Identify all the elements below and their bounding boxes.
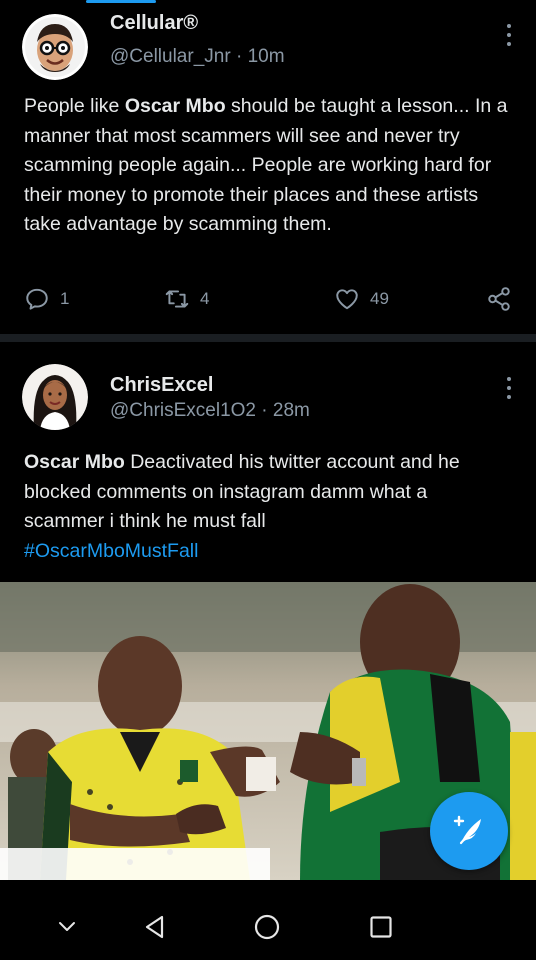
handle[interactable]: @ChrisExcel1O2 bbox=[110, 400, 256, 421]
recent-apps-square-icon bbox=[370, 916, 392, 938]
tweet-text: People like Oscar Mbo should be taught a… bbox=[24, 92, 512, 240]
compose-tweet-button[interactable] bbox=[430, 792, 508, 870]
home-button[interactable] bbox=[252, 912, 282, 942]
separator-dot: · bbox=[261, 400, 273, 421]
retweet-count: 4 bbox=[200, 289, 210, 308]
timestamp[interactable]: 10m bbox=[248, 46, 285, 67]
compose-tweet-icon bbox=[453, 815, 481, 845]
reply-count: 1 bbox=[60, 289, 70, 308]
reply-icon bbox=[26, 288, 48, 310]
retweet-icon bbox=[165, 290, 189, 308]
display-name[interactable]: ChrisExcel bbox=[110, 374, 213, 397]
like-count: 49 bbox=[370, 289, 389, 308]
display-name[interactable]: Cellular® bbox=[110, 12, 198, 35]
share-icon bbox=[488, 287, 510, 311]
home-circle-icon bbox=[254, 914, 280, 940]
hide-keyboard-button[interactable] bbox=[52, 912, 82, 942]
handle-line: @ChrisExcel1O2 · 28m bbox=[110, 400, 310, 422]
recent-apps-button[interactable] bbox=[366, 912, 396, 942]
like-button[interactable]: 49 bbox=[334, 286, 389, 312]
timestamp[interactable]: 28m bbox=[273, 400, 310, 421]
retweet-button[interactable]: 4 bbox=[164, 286, 209, 312]
share-button[interactable] bbox=[486, 286, 512, 312]
text-part: People like bbox=[24, 95, 125, 117]
system-navigation-bar bbox=[0, 894, 536, 960]
avatar[interactable] bbox=[22, 364, 88, 430]
reply-button[interactable]: 1 bbox=[24, 286, 69, 312]
handle[interactable]: @Cellular_Jnr bbox=[110, 46, 231, 67]
tweet-divider bbox=[0, 334, 536, 342]
handle-line: @Cellular_Jnr · 10m bbox=[110, 46, 285, 68]
hashtag-link[interactable]: #OscarMboMustFall bbox=[24, 540, 198, 562]
mention-name-bold: Oscar Mbo bbox=[24, 451, 125, 473]
back-button[interactable] bbox=[140, 912, 170, 942]
tweet-text: Oscar Mbo Deactivated his twitter accoun… bbox=[24, 448, 512, 566]
mention-name-bold: Oscar Mbo bbox=[124, 95, 226, 117]
avatar[interactable] bbox=[22, 14, 88, 80]
chevron-down-icon bbox=[59, 922, 75, 931]
heart-icon bbox=[336, 289, 358, 310]
more-options-icon[interactable] bbox=[506, 24, 512, 46]
tweet-actions: 1 4 49 bbox=[0, 286, 536, 316]
back-triangle-icon bbox=[145, 915, 164, 939]
tweet-card[interactable]: Cellular® @Cellular_Jnr · 10m People lik… bbox=[0, 0, 536, 342]
separator-dot: · bbox=[235, 46, 248, 67]
more-options-icon[interactable] bbox=[506, 377, 512, 399]
